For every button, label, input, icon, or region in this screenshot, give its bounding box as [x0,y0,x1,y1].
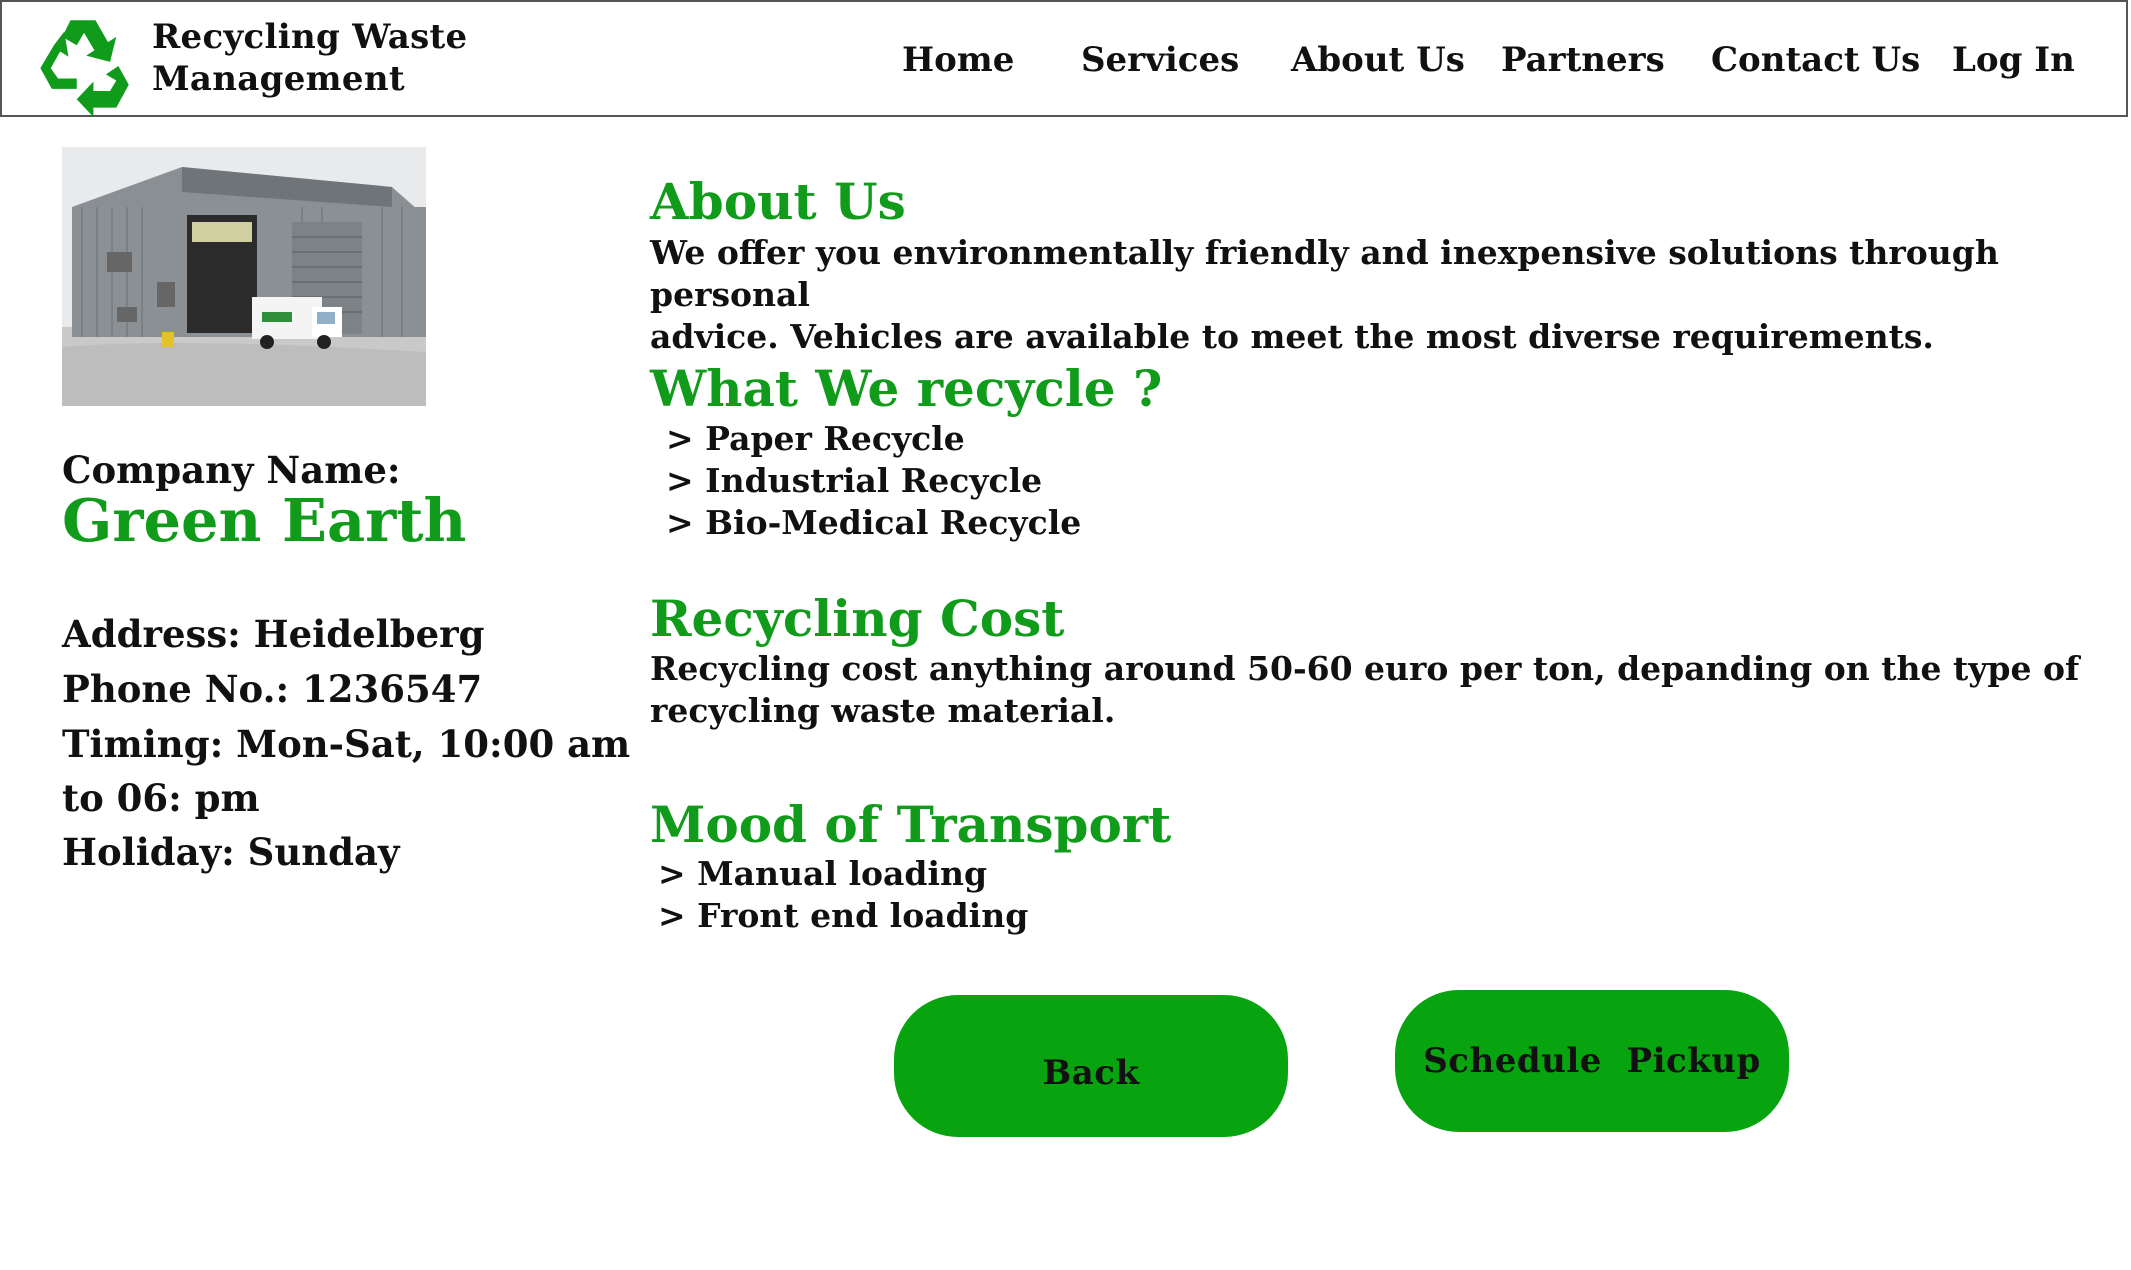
schedule-pickup-button[interactable]: Schedule Pickup [1395,990,1789,1132]
brand-title[interactable]: Recycling Waste Management [152,16,467,100]
back-button[interactable]: Back [894,995,1288,1137]
about-text: We offer you environmentally friendly an… [650,232,2090,358]
brand-line-2: Management [152,59,405,99]
transport-heading: Mood of Transport [650,795,1172,854]
schedule-pickup-label: Schedule Pickup [1423,1041,1761,1081]
transport-item-front-end: > Front end loading [658,896,1029,935]
company-phone: Phone No.: 1236547 [62,667,483,711]
nav-partners[interactable]: Partners [1501,40,1665,80]
company-name: Green Earth [62,486,467,555]
cost-text: Recycling cost anything around 50-60 eur… [650,648,2090,732]
about-heading: About Us [650,172,906,231]
recycle-item-bio-medical: > Bio-Medical Recycle [666,503,1082,542]
company-timing-line-1: Timing: Mon-Sat, 10:00 am [62,722,631,766]
recycle-heading: What We recycle ? [650,359,1163,418]
nav-services[interactable]: Services [1081,40,1239,80]
cost-text-line-1: Recycling cost anything around 50-60 eur… [650,649,2080,688]
recycle-item-paper: > Paper Recycle [666,419,965,458]
cost-heading: Recycling Cost [650,589,1065,648]
about-text-line-2: advice. Vehicles are available to meet t… [650,317,1934,356]
company-timing-line-2: to 06: pm [62,776,260,820]
about-text-line-1: We offer you environmentally friendly an… [650,233,1999,314]
company-address: Address: Heidelberg [62,612,485,656]
nav-about-us[interactable]: About Us [1291,40,1465,80]
transport-item-manual: > Manual loading [658,854,988,893]
recycle-item-industrial: > Industrial Recycle [666,461,1043,500]
facility-photo [62,147,426,406]
recycle-icon[interactable] [30,14,136,118]
company-holiday: Holiday: Sunday [62,830,400,874]
brand-line-1: Recycling Waste [152,17,468,57]
nav-contact-us[interactable]: Contact Us [1711,40,1920,80]
nav-home[interactable]: Home [902,40,1014,80]
cost-text-line-2: recycling waste material. [650,691,1116,730]
site-header: Recycling Waste Management Home Services… [0,0,2128,117]
nav-log-in[interactable]: Log In [1952,40,2075,80]
